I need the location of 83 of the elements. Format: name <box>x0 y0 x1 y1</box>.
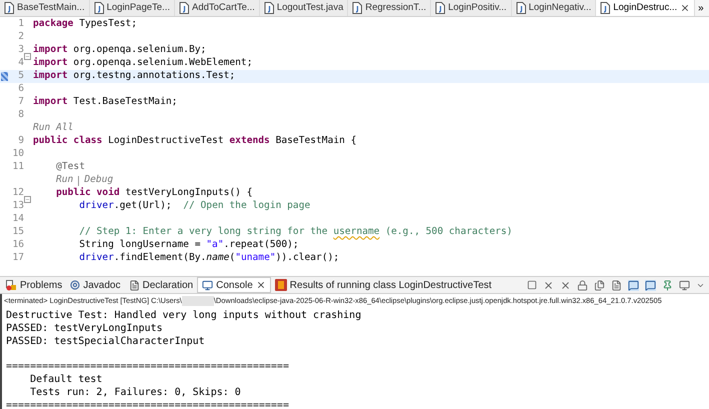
remove-all-icon[interactable] <box>560 280 571 290</box>
testng-icon <box>274 279 287 291</box>
line-number: 11 <box>12 160 24 174</box>
code-line: // Step 1: Enter a very long string for the username (e.g., 500 characters) <box>78 225 512 240</box>
code-line: driver.get(Url); // Open the login page <box>78 199 310 214</box>
document-icon <box>128 280 140 290</box>
file-icon <box>352 2 362 14</box>
line-number: 16 <box>12 238 24 252</box>
line-number: 15 <box>12 225 24 240</box>
editor-tab[interactable]: LoginNegativ... <box>512 0 596 16</box>
line-number: 12 <box>12 186 24 200</box>
line-number: 7 <box>18 95 24 110</box>
line-number: 3 <box>18 43 24 58</box>
fold-icon[interactable] <box>24 52 31 60</box>
code-lens-link[interactable]: Run <box>56 173 74 188</box>
code-line: String longUsername = "a".repeat(500); <box>78 238 299 252</box>
code-line: import Test.BaseTestMain; <box>33 95 178 110</box>
document-icon[interactable] <box>611 280 622 290</box>
editor-tab[interactable]: AddToCartTe... <box>174 0 260 16</box>
remove-icon[interactable] <box>543 280 554 290</box>
file-icon <box>600 2 610 14</box>
code-line: import org.testng.annotations.Test; <box>33 69 236 84</box>
line-number: 14 <box>12 212 24 226</box>
code-lens-link[interactable]: Debug <box>84 173 114 188</box>
console-output-line: Tests run: 2, Failures: 0, Skips: 0 <box>29 386 242 400</box>
close-icon[interactable] <box>256 280 266 290</box>
line-number: 13 <box>12 199 24 214</box>
view-tab[interactable]: Declaration <box>124 277 198 293</box>
message-icon[interactable] <box>628 280 639 290</box>
line-number: 8 <box>18 108 24 122</box>
code-line: public class LoginDestructiveTest extends BaseTestMain { <box>33 134 356 148</box>
view-tab[interactable]: Javadoc <box>66 277 124 293</box>
line-number: 2 <box>18 30 24 44</box>
view-tab[interactable]: Results of running class LoginDestructiveTest <box>270 277 496 293</box>
console-output-line: PASSED: testVeryLongInputs <box>6 322 164 336</box>
code-line: package TypesTest; <box>33 17 137 32</box>
console-output-line: PASSED: testSpecialCharacterInput <box>6 336 206 348</box>
line-number: 1 <box>18 17 24 32</box>
code-line: import org.openqa.selenium.WebElement; <box>33 56 252 70</box>
code-line: public void testVeryLongInputs() { <box>55 186 252 200</box>
message-icon[interactable] <box>645 280 656 290</box>
file-icon <box>94 2 104 14</box>
file-icon <box>264 2 274 14</box>
console-output-line: =============================================== <box>6 361 290 374</box>
view-tab[interactable]: Problems <box>2 277 66 293</box>
tab-overflow[interactable]: » <box>695 0 704 16</box>
code-line: driver.findElement(By.name("uname")).clear(); <box>78 251 340 266</box>
pin-icon[interactable] <box>662 280 673 290</box>
at-sign-icon <box>70 280 80 290</box>
change-marker-icon <box>1 72 8 81</box>
monitor-icon[interactable] <box>679 280 690 290</box>
terminate-icon[interactable] <box>527 280 537 290</box>
code-line: @Test <box>55 160 85 174</box>
lens-separator <box>78 176 80 186</box>
line-number: 4 <box>18 56 24 70</box>
file-icon <box>516 2 526 14</box>
lock-icon[interactable] <box>577 280 588 290</box>
editor-tab[interactable]: LoginDestruc... <box>596 0 696 16</box>
line-number: 9 <box>18 134 24 148</box>
redacted-block <box>182 296 214 306</box>
code-lens-link[interactable]: Run All <box>33 121 74 136</box>
monitor-icon <box>202 280 214 290</box>
files-icon[interactable] <box>594 280 605 290</box>
console-output-line: Destructive Test: Handled very long inputs without crashing <box>6 310 362 323</box>
file-icon <box>435 2 446 14</box>
editor-tab[interactable]: RegressionT... <box>348 0 432 16</box>
fold-icon[interactable] <box>24 196 31 202</box>
code-line: import org.openqa.selenium.By; <box>33 43 206 57</box>
line-number: 5 <box>18 69 24 84</box>
close-icon[interactable] <box>680 3 690 13</box>
file-icon <box>4 2 14 14</box>
editor-tab[interactable]: LogoutTest.java <box>260 0 348 16</box>
console-output-line: Default test <box>29 374 104 387</box>
line-number: 10 <box>12 147 24 162</box>
view-tab[interactable]: Console <box>197 277 271 293</box>
line-number: 17 <box>12 251 24 266</box>
line-number: 6 <box>18 82 24 96</box>
editor-tab[interactable]: LoginPositiv... <box>431 0 512 16</box>
console-output-line: =============================================== <box>6 400 290 409</box>
problems-icon <box>6 280 17 290</box>
editor-tab[interactable]: BaseTestMain... <box>0 0 90 16</box>
editor-tab[interactable]: LoginPageTe... <box>90 0 175 16</box>
file-icon <box>178 2 189 14</box>
